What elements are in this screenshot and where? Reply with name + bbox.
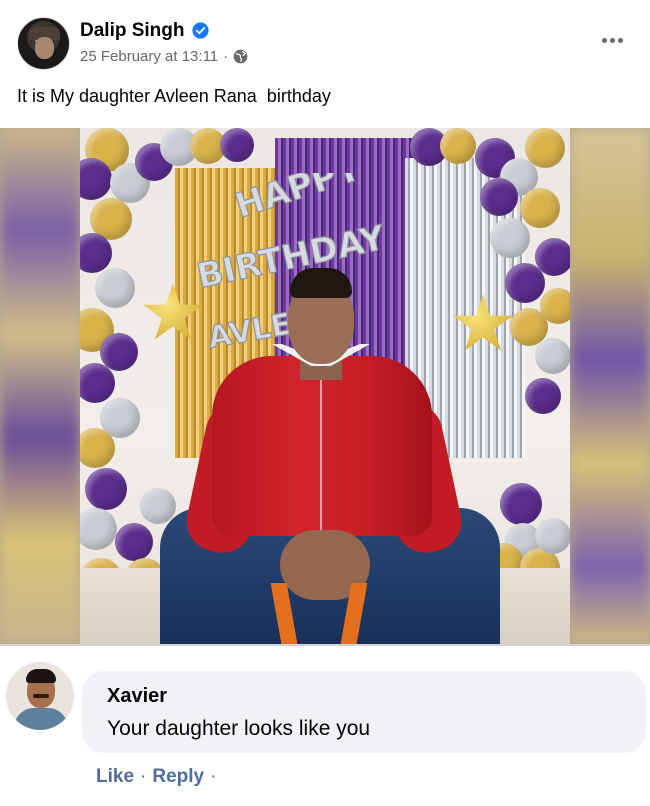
orange-stool <box>270 583 368 644</box>
balloon <box>115 523 153 561</box>
comment-author[interactable]: Xavier <box>107 685 167 708</box>
balloon <box>525 378 561 414</box>
svg-text:HAPPY: HAPPY <box>230 173 366 227</box>
post-header: Dalip Singh 25 February at 13:11 · <box>0 0 650 80</box>
birthday-scene: HAPPY BIRTHDAY AVLEEN <box>80 128 570 644</box>
balloon <box>490 218 530 258</box>
action-separator: · <box>140 766 147 787</box>
photo-blur-right <box>570 128 650 644</box>
verified-badge-icon <box>192 22 209 39</box>
balloon <box>525 128 565 168</box>
comment-actions: Like · Reply · <box>96 766 216 788</box>
post-text: It is My daughter Avleen Rana birthday <box>17 86 331 106</box>
action-separator-trailing: · <box>210 766 217 787</box>
balloon <box>520 188 560 228</box>
author-name[interactable]: Dalip Singh <box>80 20 185 42</box>
comment-text: Your daughter looks like you <box>107 717 371 740</box>
comment-section: Xavier Your daughter looks like you Like… <box>0 644 650 806</box>
meta-separator: · <box>223 48 229 65</box>
balloon <box>440 128 476 164</box>
like-button[interactable]: Like <box>96 766 134 788</box>
balloon <box>80 428 115 468</box>
author-avatar[interactable] <box>17 17 70 70</box>
photo-blur-left <box>0 128 80 644</box>
balloon <box>535 338 570 374</box>
balloon <box>85 468 127 510</box>
balloon <box>505 263 545 303</box>
balloon <box>535 518 570 554</box>
post-photo[interactable]: HAPPY BIRTHDAY AVLEEN <box>0 128 650 644</box>
balloon <box>500 483 542 525</box>
globe-icon[interactable] <box>233 49 248 64</box>
comment-bubble: Xavier Your daughter looks like you <box>82 671 646 753</box>
balloon <box>80 363 115 403</box>
commenter-avatar[interactable] <box>6 662 74 730</box>
post-timestamp[interactable]: 25 February at 13:11 <box>80 48 218 65</box>
balloon <box>220 128 254 162</box>
balloon <box>480 178 518 216</box>
balloon <box>80 233 112 273</box>
balloon <box>95 268 135 308</box>
balloon <box>80 508 117 550</box>
more-options-icon[interactable] <box>598 33 626 47</box>
post-meta: 25 February at 13:11 · <box>80 48 248 65</box>
reply-button[interactable]: Reply <box>152 766 204 788</box>
